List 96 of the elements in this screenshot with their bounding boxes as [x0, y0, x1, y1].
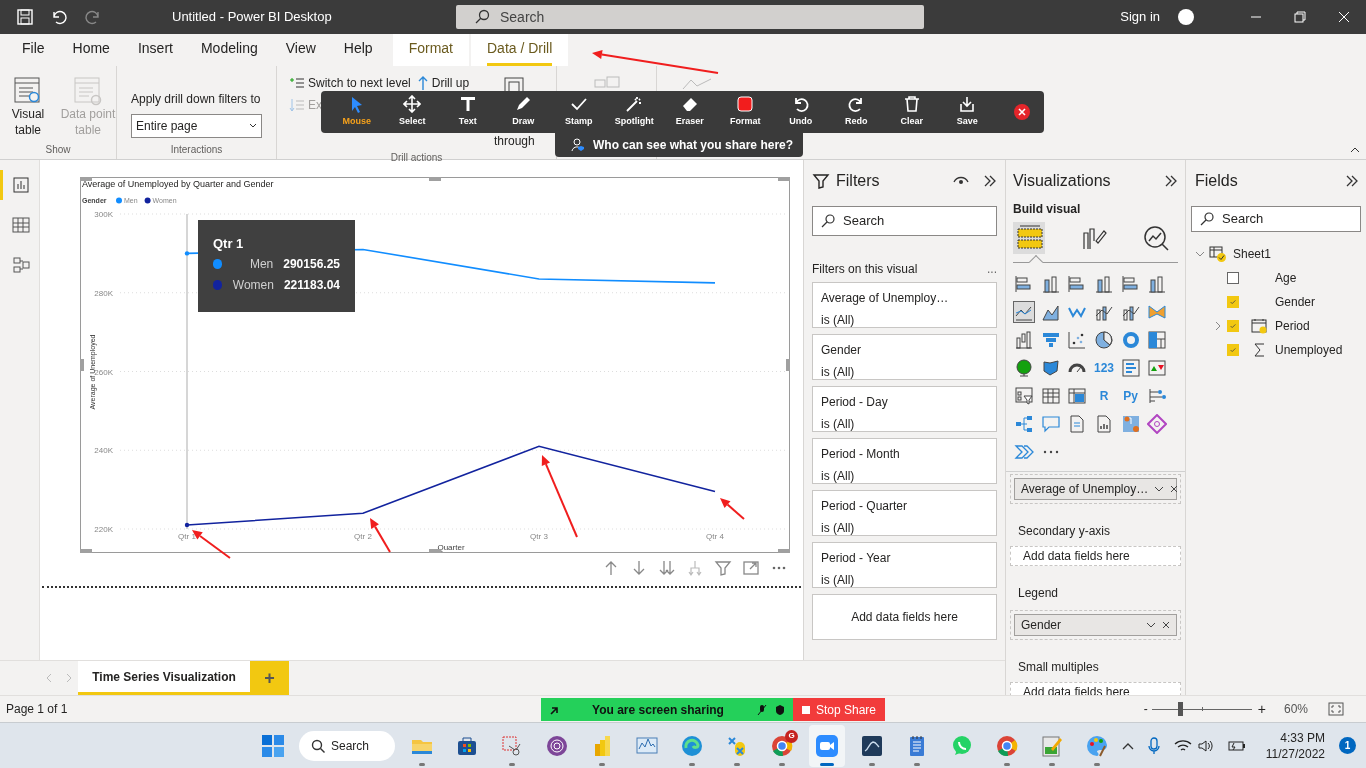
filter-value: is (All)	[821, 572, 856, 589]
screen-share-banner: You are screen sharing	[541, 698, 793, 721]
annotation-tool[interactable]: Draw	[495, 95, 551, 129]
drill-through-label[interactable]: through	[494, 132, 535, 150]
zoom-out-button[interactable]: -	[1143, 700, 1148, 718]
filter-card[interactable]: Period - Quarter is (All)	[812, 490, 997, 536]
zoom-in-button[interactable]: +	[1257, 698, 1266, 720]
window-title: Untitled - Power BI Desktop	[172, 8, 333, 27]
well-heading: Secondary y-axis	[1018, 523, 1112, 540]
field-name[interactable]: Sheet1	[1233, 245, 1272, 263]
tooltip-title: Qtr 1	[213, 235, 245, 253]
ribbon-tab[interactable]: View	[285, 34, 316, 66]
drill-action-button[interactable]: Drill up	[416, 74, 470, 92]
annotation-tool[interactable]: Stamp	[551, 95, 607, 129]
axis-tick-label: 280K	[94, 288, 113, 298]
filter-value: is (All)	[821, 520, 856, 537]
filter-card[interactable]: Average of Unemploy… is (All)	[812, 282, 997, 328]
filter-card[interactable]: Period - Day is (All)	[812, 386, 997, 432]
group-label: Drill actions	[390, 151, 443, 165]
group-label: Show	[45, 143, 71, 157]
ribbon-tab[interactable]: File	[22, 34, 45, 66]
annotation-tool[interactable]: Clear	[884, 95, 940, 129]
annotation-tool[interactable]: Select	[384, 95, 440, 129]
annotation-tool[interactable]: Redo	[828, 95, 884, 129]
pane-title: Filters	[836, 171, 881, 191]
add-page-button[interactable]: +	[250, 661, 289, 695]
tooltip-value: 221183.04	[283, 277, 340, 294]
axis-tick-label: Qtr 1	[178, 532, 196, 541]
pane-title: Fields	[1195, 171, 1238, 191]
section-heading: Build visual	[1013, 201, 1082, 218]
filter-card[interactable]: Gender is (All)	[812, 334, 997, 380]
filter-card[interactable]: Period - Year is (All)	[812, 542, 997, 588]
axis-tick-label: 300K	[94, 210, 113, 219]
field-name[interactable]: Gender	[1275, 293, 1316, 311]
well-heading: Legend	[1018, 585, 1060, 602]
page-tab[interactable]: Time Series Visualization	[78, 661, 250, 695]
axis-tick-label: Qtr 4	[706, 532, 724, 541]
ribbon-tab[interactable]: Modeling	[200, 34, 258, 66]
tooltip-label: Women	[231, 277, 274, 294]
annotation-tool[interactable]: Text	[440, 95, 496, 129]
drill-filter-caption: Apply drill down filters to	[131, 91, 262, 108]
field-name[interactable]: Unemployed	[1275, 341, 1343, 359]
chart-title: Average of Unemployed by Quarter and Gender	[82, 179, 274, 189]
axis-tick-label: 220K	[94, 525, 113, 534]
ribbon-tab[interactable]: Help	[343, 34, 373, 66]
field-name[interactable]: Age	[1275, 269, 1297, 287]
field-name[interactable]: Period	[1275, 317, 1310, 335]
tooltip-label: Men	[248, 256, 274, 273]
filter-value: is (All)	[821, 416, 856, 433]
sign-in-link[interactable]: Sign in	[1120, 7, 1160, 27]
visual-table-button[interactable]: Visual table	[0, 76, 56, 142]
annotation-tool[interactable]: Save	[939, 95, 995, 129]
annotation-tool[interactable]: Undo	[773, 95, 829, 129]
filter-value: is (All)	[821, 468, 856, 485]
stop-share-button[interactable]: Stop Share	[793, 698, 885, 721]
group-label: Interactions	[170, 143, 223, 157]
axis-tick-label: Qtr 3	[530, 532, 548, 541]
field-chip[interactable]: Gender	[1014, 614, 1177, 636]
search-field[interactable]: Search	[456, 5, 924, 29]
filter-name: Period - Month	[821, 446, 901, 463]
notification-badge[interactable]: 1	[1339, 737, 1356, 754]
drill-filter-select[interactable]: Entire page	[131, 114, 262, 138]
drill-action-button[interactable]: Switch to next level	[289, 74, 411, 92]
search-field[interactable]: Search	[812, 206, 997, 236]
page-indicator: Page 1 of 1	[6, 701, 68, 718]
annotation-tool[interactable]: Eraser	[662, 95, 718, 129]
filter-card[interactable]: Period - Month is (All)	[812, 438, 997, 484]
filter-value: is (All)	[821, 312, 856, 329]
tooltip-value: 290156.25	[283, 256, 340, 273]
filter-name: Period - Year	[821, 550, 892, 567]
filter-name: Period - Quarter	[821, 498, 909, 515]
share-hint-tooltip[interactable]: Who can see what you share here?	[555, 133, 803, 157]
taskbar-button[interactable]: G	[764, 724, 800, 767]
annotation-tool[interactable]: Spotlight	[606, 95, 662, 129]
axis-tick-label: 240K	[94, 446, 113, 456]
annotation-tool[interactable]: Mouse	[329, 95, 385, 129]
zoom-level: 60%	[1284, 701, 1310, 718]
filter-name: Average of Unemploy…	[821, 290, 950, 307]
drop-zone[interactable]: Add data fields here	[1010, 546, 1181, 566]
ribbon-tab[interactable]: Insert	[137, 34, 173, 66]
section-heading: Filters on this visual	[812, 261, 918, 278]
filter-value: is (All)	[821, 364, 856, 381]
more-options[interactable]: ...	[987, 260, 997, 278]
taskbar-clock[interactable]: 4:33 PM 11/27/2022	[1265, 729, 1325, 762]
field-chip[interactable]: Average of Unemploy…	[1014, 478, 1177, 500]
search-field[interactable]: Search	[1191, 206, 1361, 232]
pane-title: Visualizations	[1013, 171, 1111, 191]
taskbar-search[interactable]: Search	[299, 730, 395, 761]
annotation-tool[interactable]: Format	[717, 95, 773, 129]
profile-badge: G	[785, 729, 798, 743]
drop-zone[interactable]: Add data fields here	[812, 594, 997, 640]
well-heading: Small multiples	[1018, 659, 1100, 676]
axis-tick-label: Qtr 2	[354, 532, 372, 541]
filter-name: Period - Day	[821, 394, 889, 411]
filter-name: Gender	[821, 342, 863, 359]
ribbon-tab[interactable]: Home	[72, 34, 110, 66]
